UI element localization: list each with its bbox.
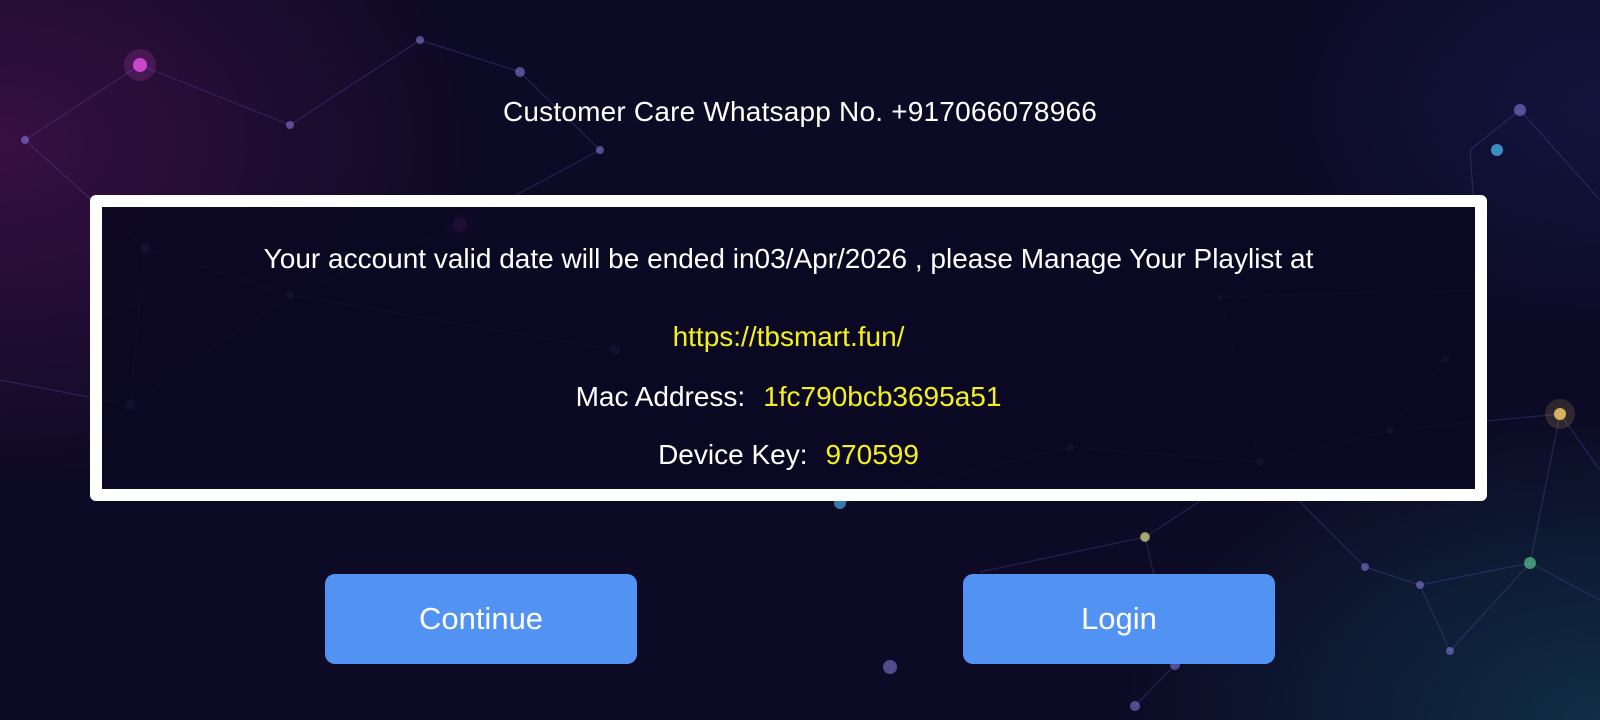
mac-address-label: Mac Address: [575, 381, 746, 412]
mac-address-value: 1fc790bcb3695a51 [763, 381, 1002, 412]
account-info-panel: Your account valid date will be ended in… [90, 195, 1487, 501]
continue-button[interactable]: Continue [325, 574, 637, 664]
login-button[interactable]: Login [963, 574, 1275, 664]
customer-care-text: Customer Care Whatsapp No. +917066078966 [502, 96, 1098, 127]
validity-message: Your account valid date will be ended in… [263, 243, 1314, 274]
playlist-url: https://tbsmart.fun/ [672, 321, 905, 352]
device-key-row: Device Key: 970599 [102, 439, 1475, 471]
device-key-label: Device Key: [658, 439, 808, 470]
device-key-value: 970599 [825, 439, 919, 470]
mac-address-row: Mac Address: 1fc790bcb3695a51 [102, 381, 1475, 413]
